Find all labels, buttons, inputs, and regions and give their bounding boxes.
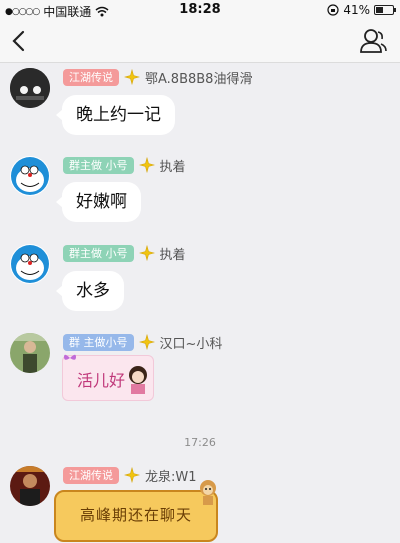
avatar[interactable] [10,68,50,108]
nickname: 龙泉:W1 [145,469,197,485]
message-text: 活儿好 [77,371,126,390]
nickname: 汉口~小科 [159,336,223,352]
star-icon [138,157,155,173]
nickname: 执着 [159,247,186,263]
nickname: 鄂A.8B8B8油得滑 [145,71,253,87]
message-bubble[interactable]: 好嫩啊 [56,182,141,222]
message-bubble[interactable]: 高峰期还在聊天 [54,480,218,542]
time-separator: 17:26 [184,436,216,449]
battery-percent: 41% [343,3,370,17]
star-icon [138,245,155,261]
member-tag: 群主做 小号 [63,156,134,174]
message-text: 晚上约一记 [76,105,161,125]
battery-icon [374,5,396,15]
member-tag: 群 主做小号 [63,333,134,351]
message-text: 高峰期还在聊天 [80,506,193,524]
girl-sticker-icon [129,366,147,394]
member-tag: 群主做 小号 [63,244,134,262]
avatar[interactable] [10,244,50,284]
star-icon [124,467,140,483]
star-icon [138,334,155,350]
group-profile-icon[interactable] [358,26,388,56]
orientation-lock-icon [327,4,339,16]
monkey-sticker-icon [200,480,216,505]
status-bar: ●○○○○ 中国联通 18:28 41% [0,0,400,20]
back-icon[interactable] [6,26,32,56]
avatar[interactable] [10,156,50,196]
status-right: 41% [327,3,396,17]
avatar[interactable] [10,333,50,373]
nickname: 执着 [159,159,186,175]
nav-bar [0,20,400,63]
message-text: 水多 [76,281,110,301]
butterfly-icon [64,354,76,360]
member-tag: 江湖传说 [63,466,119,484]
message-bubble[interactable]: 晚上约一记 [56,95,175,135]
member-tag: 江湖传说 [63,68,119,86]
avatar[interactable] [10,466,50,506]
message-bubble[interactable]: 活儿好 [62,354,154,401]
star-icon [124,69,140,85]
message-bubble[interactable]: 水多 [56,271,124,311]
message-text: 好嫩啊 [76,192,127,212]
